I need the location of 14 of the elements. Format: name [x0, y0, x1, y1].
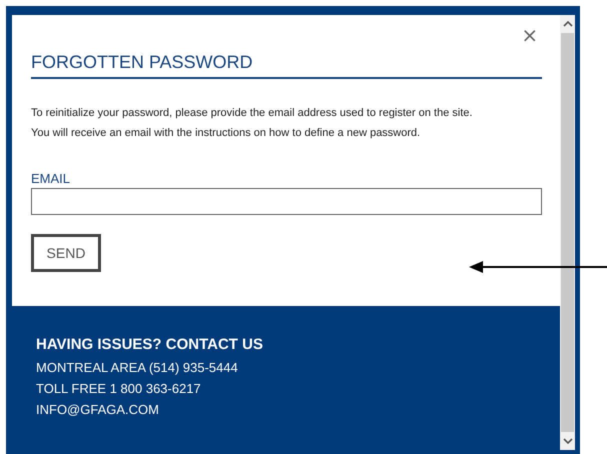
contact-heading: HAVING ISSUES? CONTACT US — [36, 336, 264, 353]
email-label: EMAIL — [31, 171, 70, 186]
instruction-text: You will receive an email with the instructions on how to define a new password. — [31, 126, 422, 141]
contact-line: MONTREAL AREA (514) 935-5444 — [36, 359, 239, 377]
contact-line: INFO@GFAGA.COM — [36, 401, 160, 419]
instruction-text: To reinitialize your password, please provide the email address used to register on the site. — [31, 106, 472, 121]
send-button[interactable]: SEND — [31, 234, 101, 272]
close-button[interactable]: × — [517, 25, 542, 45]
dialog-title: FORGOTTEN PASSWORD — [31, 52, 542, 79]
scrollbar[interactable] — [560, 15, 575, 450]
contact-line: TOLL FREE 1 800 363-6217 — [36, 380, 202, 398]
email-field[interactable] — [31, 188, 542, 215]
scroll-up-icon[interactable] — [562, 19, 573, 29]
scroll-down-icon[interactable] — [562, 436, 573, 446]
